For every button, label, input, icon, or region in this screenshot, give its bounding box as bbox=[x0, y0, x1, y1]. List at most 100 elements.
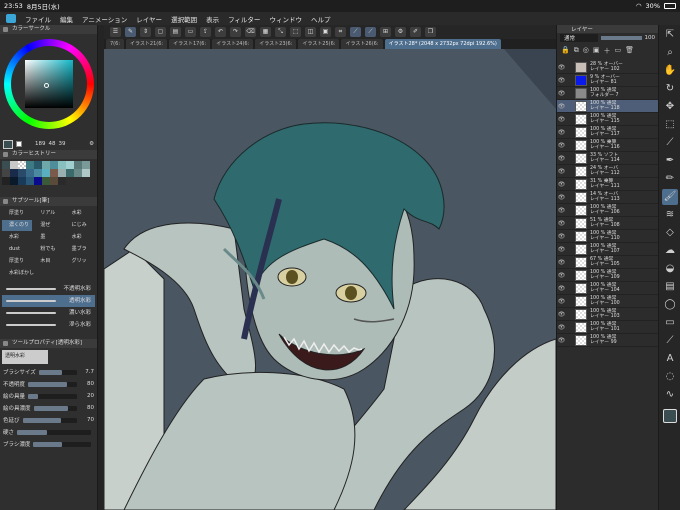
pen-icon[interactable]: ✒ bbox=[662, 153, 678, 169]
layer-row[interactable]: 👁 31 % 乗算 レイヤー 111 bbox=[557, 178, 658, 191]
layer-check[interactable] bbox=[566, 245, 575, 254]
visibility-eye-icon[interactable]: 👁 bbox=[557, 324, 566, 331]
copy-icon[interactable]: ❐ bbox=[425, 27, 436, 37]
undo-icon[interactable]: ↶ bbox=[215, 27, 226, 37]
move-layer-icon[interactable]: ✥ bbox=[662, 99, 678, 115]
menu-window[interactable]: ウィンドウ bbox=[269, 14, 302, 24]
edit-pen-icon[interactable]: ✐ bbox=[410, 27, 421, 37]
deselect-icon[interactable]: ⬚ bbox=[290, 27, 301, 37]
subtool-item-13[interactable]: 厚塗り bbox=[2, 256, 32, 267]
ruler-icon[interactable]: ⟋ bbox=[662, 333, 678, 349]
layer-check[interactable] bbox=[566, 258, 575, 267]
visibility-eye-icon[interactable]: 👁 bbox=[557, 64, 566, 71]
fill-icon[interactable]: ▦ bbox=[260, 27, 271, 37]
brush-smooth-watercolor[interactable]: 滲ら水彩 bbox=[2, 319, 95, 331]
subtool-item-16[interactable]: 水彩ぼかし bbox=[2, 268, 95, 279]
menu-animation[interactable]: アニメーション bbox=[82, 14, 127, 24]
menu-icon[interactable]: ☰ bbox=[110, 27, 121, 37]
layer-check[interactable] bbox=[566, 141, 575, 150]
layer-check[interactable] bbox=[566, 102, 575, 111]
layer-row[interactable]: 👁 28 % オーバー レイヤー 102 bbox=[557, 61, 658, 74]
new-layer-icon[interactable]: ＋ bbox=[603, 46, 610, 58]
slider[interactable] bbox=[28, 381, 77, 387]
layer-check[interactable] bbox=[566, 180, 575, 189]
layer-row[interactable]: 👁 33 % ソフト レイヤー 114 bbox=[557, 152, 658, 165]
eraser-icon[interactable]: ◇ bbox=[662, 225, 678, 241]
layer-row[interactable]: 👁 100 % 通常 フォルダー 7 bbox=[557, 87, 658, 100]
color-picker-cursor[interactable] bbox=[44, 83, 49, 88]
eyedropper-icon[interactable]: ⟋ bbox=[662, 135, 678, 151]
export-icon[interactable]: ⇪ bbox=[200, 27, 211, 37]
layer-check[interactable] bbox=[566, 297, 575, 306]
prop-brush-density[interactable]: ブラシ濃度 bbox=[0, 438, 97, 450]
layer-check[interactable] bbox=[566, 219, 575, 228]
subtool-item-3[interactable]: 水彩 bbox=[65, 208, 95, 219]
layer-row[interactable]: 👁 100 % 通常 レイヤー 106 bbox=[557, 204, 658, 217]
current-color-icon[interactable] bbox=[663, 409, 677, 423]
layer-row[interactable]: 👁 100 % 通常 レイヤー 109 bbox=[557, 269, 658, 282]
brush-icon[interactable]: 🖌 bbox=[662, 189, 678, 205]
visibility-eye-icon[interactable]: 👁 bbox=[557, 207, 566, 214]
visibility-eye-icon[interactable]: 👁 bbox=[557, 142, 566, 149]
layer-row[interactable]: 👁 100 % 通常 レイヤー 107 bbox=[557, 243, 658, 256]
layer-check[interactable] bbox=[566, 63, 575, 72]
tab-doc[interactable]: 7(6: bbox=[106, 39, 124, 49]
layer-check[interactable] bbox=[566, 323, 575, 332]
mask-icon[interactable]: ▣ bbox=[593, 46, 600, 58]
visibility-eye-icon[interactable]: 👁 bbox=[557, 181, 566, 188]
lock-icon[interactable]: 🔒 bbox=[561, 46, 570, 58]
layer-check[interactable] bbox=[566, 76, 575, 85]
balloon-icon[interactable]: ◌ bbox=[662, 369, 678, 385]
layer-check[interactable] bbox=[566, 154, 575, 163]
tab-doc[interactable]: イラスト17(6: bbox=[169, 39, 211, 49]
brush-dense-watercolor[interactable]: 濃い水彩 bbox=[2, 307, 95, 319]
subtool-item-14[interactable]: 木目 bbox=[33, 256, 63, 267]
subtool-item-11[interactable]: 粉でも bbox=[33, 244, 63, 255]
layer-check[interactable] bbox=[566, 167, 575, 176]
clear-icon[interactable]: ⌫ bbox=[245, 27, 256, 37]
rotate-icon[interactable]: ↻ bbox=[662, 81, 678, 97]
tab-doc[interactable]: イラスト26(6: bbox=[341, 39, 383, 49]
new-icon[interactable]: ▢ bbox=[155, 27, 166, 37]
menu-edit[interactable]: 編集 bbox=[60, 14, 73, 24]
layer-row[interactable]: 👁 9 % オーバー レイヤー 81 bbox=[557, 74, 658, 87]
open-icon[interactable]: ▤ bbox=[170, 27, 181, 37]
figure-icon[interactable]: ◯ bbox=[662, 297, 678, 313]
menu-file[interactable]: ファイル bbox=[25, 14, 51, 24]
sub-color-chip[interactable] bbox=[16, 141, 22, 147]
main-color-chip[interactable] bbox=[3, 139, 13, 149]
slider[interactable] bbox=[22, 417, 77, 423]
visibility-eye-icon[interactable]: 👁 bbox=[557, 311, 566, 318]
tab-doc[interactable]: イラスト24(6: bbox=[212, 39, 254, 49]
fill-bucket-icon[interactable]: ◒ bbox=[662, 261, 678, 277]
visibility-eye-icon[interactable]: 👁 bbox=[557, 272, 566, 279]
visibility-eye-icon[interactable]: 👁 bbox=[557, 233, 566, 240]
transform-icon[interactable]: ⤡ bbox=[275, 27, 286, 37]
subtool-item-7[interactable]: 水彩 bbox=[2, 232, 32, 243]
saturation-value-square[interactable] bbox=[25, 60, 73, 108]
subtool-item-5[interactable]: 混ぜ bbox=[33, 220, 63, 231]
tab-doc[interactable]: イラスト21(6: bbox=[126, 39, 168, 49]
visibility-eye-icon[interactable]: 👁 bbox=[557, 77, 566, 84]
menu-selection[interactable]: 選択範囲 bbox=[171, 14, 197, 24]
snap-grid-icon[interactable]: ⊞ bbox=[380, 27, 391, 37]
visibility-eye-icon[interactable]: 👁 bbox=[557, 168, 566, 175]
visibility-eye-icon[interactable]: 👁 bbox=[557, 90, 566, 97]
layer-check[interactable] bbox=[566, 284, 575, 293]
frame-icon[interactable]: ▭ bbox=[662, 315, 678, 331]
visibility-eye-icon[interactable]: 👁 bbox=[557, 116, 566, 123]
layer-check[interactable] bbox=[566, 128, 575, 137]
layer-row[interactable]: 👁 100 % 通常 レイヤー 99 bbox=[557, 334, 658, 347]
stepper-icon[interactable]: ⇕ bbox=[140, 27, 151, 37]
tab-doc[interactable]: イラスト25(6: bbox=[298, 39, 340, 49]
layer-row[interactable]: 👁 100 % 通常 レイヤー 101 bbox=[557, 321, 658, 334]
subtool-item-2[interactable]: リアル bbox=[33, 208, 63, 219]
prop-opacity[interactable]: 不透明度 80 bbox=[0, 378, 97, 390]
zoom-icon[interactable]: ⌕ bbox=[662, 45, 678, 61]
layer-row[interactable]: 👁 51 % 通常 レイヤー 108 bbox=[557, 217, 658, 230]
visibility-eye-icon[interactable]: 👁 bbox=[557, 246, 566, 253]
app-logo-icon[interactable] bbox=[6, 14, 16, 23]
delete-layer-icon[interactable]: 🗑 bbox=[625, 46, 634, 58]
visibility-eye-icon[interactable]: 👁 bbox=[557, 337, 566, 344]
reference-icon[interactable]: ◎ bbox=[583, 46, 589, 58]
